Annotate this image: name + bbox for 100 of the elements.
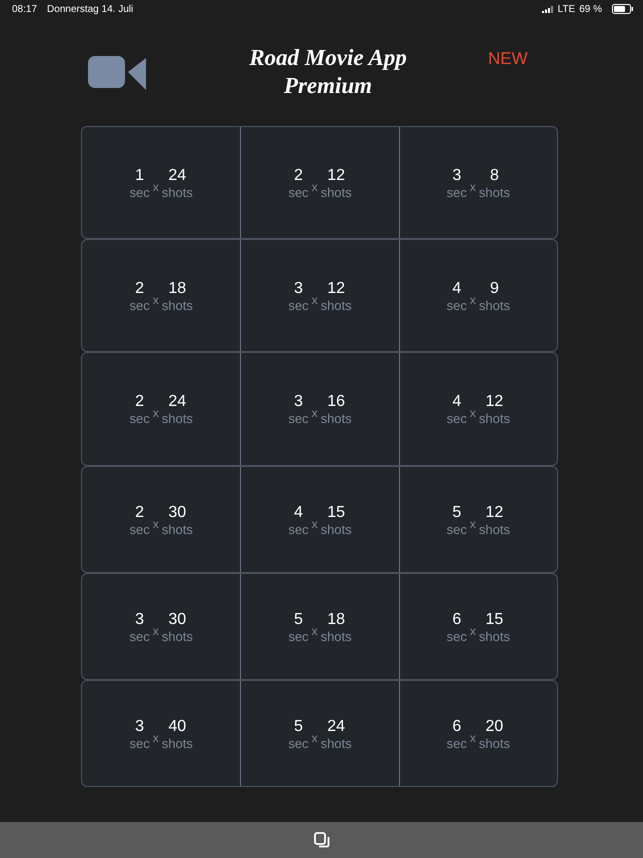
- shots-value: 9: [490, 278, 499, 298]
- times-sign: x: [312, 292, 318, 306]
- times-sign: x: [152, 516, 159, 530]
- sec-label: sec: [130, 411, 150, 426]
- shots-label: shots: [478, 736, 510, 750]
- shots-label: shots: [320, 736, 352, 750]
- sec-label: sec: [130, 628, 150, 644]
- video-camera-icon: [86, 54, 146, 90]
- shots-value: 18: [168, 278, 186, 298]
- shots-value: 40: [168, 716, 186, 736]
- seconds-value: 4: [452, 278, 462, 298]
- copy-icon[interactable]: [314, 832, 330, 848]
- battery-icon: [612, 4, 633, 14]
- shots-label: shots: [162, 298, 193, 312]
- shots-label: shots: [162, 411, 193, 426]
- seconds-value: 2: [135, 392, 144, 411]
- shots-value: 15: [486, 610, 504, 628]
- seconds-value: 1: [135, 166, 144, 184]
- shots-label: shots: [478, 411, 510, 426]
- shots-label: shots: [320, 522, 352, 536]
- shots-label: shots: [162, 628, 193, 644]
- sec-label: sec: [288, 184, 309, 200]
- times-sign: x: [152, 730, 159, 744]
- times-sign: x: [312, 406, 318, 420]
- signal-icon: [542, 6, 554, 12]
- times-sign: x: [470, 180, 476, 194]
- times-sign: x: [312, 516, 318, 530]
- times-sign: x: [152, 406, 159, 420]
- sec-label: sec: [288, 522, 309, 536]
- seconds-value: 2: [135, 502, 144, 522]
- seconds-value: 3: [135, 610, 144, 628]
- shots-value: 8: [490, 166, 499, 184]
- shots-label: shots: [478, 522, 510, 536]
- sec-label: sec: [130, 736, 150, 750]
- seconds-value: 2: [294, 166, 303, 184]
- shots-value: 20: [486, 716, 504, 736]
- shots-label: shots: [478, 184, 510, 200]
- seconds-value: 4: [294, 502, 303, 522]
- shots-label: shots: [320, 298, 352, 312]
- times-sign: x: [312, 180, 318, 194]
- shots-value: 12: [327, 166, 345, 184]
- shots-value: 15: [327, 502, 345, 522]
- seconds-value: 3: [452, 166, 462, 184]
- sec-label: sec: [288, 628, 309, 644]
- shots-label: shots: [162, 184, 193, 200]
- times-sign: x: [470, 292, 476, 306]
- shots-value: 12: [486, 502, 504, 522]
- sec-label: sec: [288, 298, 309, 312]
- seconds-value: 5: [294, 610, 303, 628]
- seconds-value: 3: [294, 278, 303, 298]
- times-sign: x: [312, 624, 318, 638]
- shots-label: shots: [320, 628, 352, 644]
- seconds-value: 3: [135, 716, 144, 736]
- sec-label: sec: [446, 411, 467, 426]
- app-title: Road Movie App: [249, 44, 407, 72]
- times-sign: x: [152, 624, 159, 638]
- shots-value: 24: [168, 166, 186, 184]
- times-sign: x: [470, 516, 476, 530]
- sec-label: sec: [288, 411, 309, 426]
- network-label: LTE: [558, 4, 576, 14]
- shots-label: shots: [162, 736, 193, 750]
- times-sign: x: [152, 292, 159, 306]
- shots-label: shots: [320, 184, 352, 200]
- shots-value: 30: [168, 610, 186, 628]
- seconds-value: 4: [452, 392, 462, 411]
- times-sign: x: [470, 406, 476, 420]
- shots-label: shots: [478, 628, 510, 644]
- seconds-value: 6: [452, 716, 462, 736]
- app-title: Premium: [284, 72, 372, 100]
- shots-value: 12: [327, 278, 345, 298]
- seconds-value: 5: [294, 716, 303, 736]
- sec-label: sec: [446, 184, 467, 200]
- sec-label: sec: [130, 298, 150, 312]
- battery-label: 69 %: [579, 4, 602, 14]
- shots-value: 12: [486, 392, 504, 411]
- shots-value: 30: [168, 502, 186, 522]
- sec-label: sec: [130, 522, 150, 536]
- times-sign: x: [152, 180, 159, 194]
- times-sign: x: [470, 730, 476, 744]
- seconds-value: 6: [452, 610, 462, 628]
- sec-label: sec: [446, 736, 467, 750]
- times-sign: x: [312, 730, 318, 744]
- new-label[interactable]: NEW: [488, 49, 528, 69]
- shots-value: 24: [168, 392, 186, 411]
- shots-value: 18: [327, 610, 345, 628]
- status-time: 08:17: [12, 4, 38, 14]
- shots-label: shots: [320, 411, 352, 426]
- shots-label: shots: [162, 522, 193, 536]
- sec-label: sec: [130, 184, 150, 200]
- seconds-value: 3: [294, 392, 303, 411]
- sec-label: sec: [446, 522, 467, 536]
- seconds-value: 2: [135, 278, 144, 298]
- sec-label: sec: [288, 736, 309, 750]
- sec-label: sec: [446, 298, 467, 312]
- sec-label: sec: [446, 628, 467, 644]
- status-date: Donnerstag 14. Juli: [47, 4, 134, 14]
- seconds-value: 5: [452, 502, 462, 522]
- times-sign: x: [470, 624, 476, 638]
- shots-value: 24: [327, 716, 345, 736]
- shots-label: shots: [478, 298, 510, 312]
